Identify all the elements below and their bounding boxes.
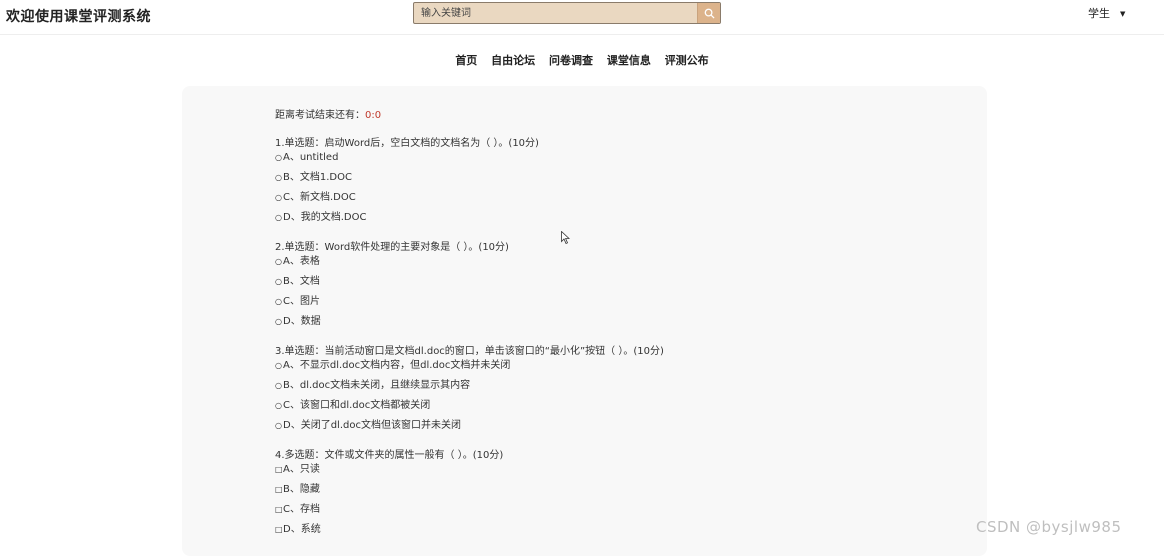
option-label: D、关闭了dl.doc文档但该窗口并未关闭 (283, 420, 461, 431)
question-3: 3.单选题：当前活动窗口是文档dl.doc的窗口，单击该窗口的“最小化”按钮（ … (275, 345, 875, 439)
radio-option[interactable]: ○A、不显示dl.doc文档内容，但dl.doc文档并未关闭 (275, 359, 875, 379)
user-menu[interactable]: 学生 ▼ (1088, 5, 1125, 21)
checkbox-option[interactable]: □A、只读 (275, 463, 875, 483)
option-label: C、新文档.DOC (283, 192, 356, 203)
checkbox-icon: □ (275, 525, 283, 534)
site-title: 欢迎使用课堂评测系统 (6, 9, 151, 25)
checkbox-option[interactable]: □D、系统 (275, 523, 875, 543)
checkbox-icon: □ (275, 485, 283, 494)
exam-content: 距离考试结束还有：0:0 1.单选题：启动Word后，空白文档的文档名为（ ）。… (275, 108, 875, 553)
radio-icon: ○ (275, 193, 282, 202)
option-label: B、文档1.DOC (283, 172, 352, 183)
radio-icon: ○ (275, 361, 282, 370)
top-bar: 欢迎使用课堂评测系统 学生 ▼ (0, 0, 1164, 35)
nav-item-results[interactable]: 评测公布 (665, 52, 709, 68)
radio-icon: ○ (275, 381, 282, 390)
option-label: C、存档 (283, 504, 320, 515)
exam-timer: 距离考试结束还有：0:0 (275, 108, 875, 124)
option-label: D、系统 (283, 524, 321, 535)
option-label: B、隐藏 (283, 484, 320, 495)
timer-label: 距离考试结束还有： (275, 110, 365, 121)
option-label: A、表格 (283, 256, 320, 267)
radio-option[interactable]: ○C、新文档.DOC (275, 191, 875, 211)
question-title: 4.多选题：文件或文件夹的属性一般有（ ）。(10分) (275, 450, 504, 461)
radio-option[interactable]: ○B、dl.doc文档未关闭，且继续显示其内容 (275, 379, 875, 399)
checkbox-option[interactable]: □C、存档 (275, 503, 875, 523)
question-2: 2.单选题：Word软件处理的主要对象是（ ）。(10分) ○A、表格 ○B、文… (275, 241, 875, 335)
radio-icon: ○ (275, 213, 282, 222)
question-1: 1.单选题：启动Word后，空白文档的文档名为（ ）。(10分) ○A、unti… (275, 137, 875, 231)
radio-option[interactable]: ○D、关闭了dl.doc文档但该窗口并未关闭 (275, 419, 875, 439)
option-label: A、untitled (283, 152, 339, 163)
question-title: 2.单选题：Word软件处理的主要对象是（ ）。(10分) (275, 242, 509, 253)
radio-icon: ○ (275, 257, 282, 266)
search-icon (704, 8, 715, 19)
checkbox-option[interactable]: □B、隐藏 (275, 483, 875, 503)
option-label: C、图片 (283, 296, 320, 307)
caret-down-icon: ▼ (1120, 10, 1126, 18)
nav-item-forum[interactable]: 自由论坛 (491, 52, 535, 68)
radio-icon: ○ (275, 421, 282, 430)
user-menu-label: 学生 (1088, 7, 1110, 20)
radio-option[interactable]: ○D、我的文档.DOC (275, 211, 875, 231)
question-title: 1.单选题：启动Word后，空白文档的文档名为（ ）。(10分) (275, 138, 539, 149)
radio-icon: ○ (275, 153, 282, 162)
radio-icon: ○ (275, 401, 282, 410)
search-button[interactable] (697, 3, 720, 23)
radio-option[interactable]: ○A、表格 (275, 255, 875, 275)
radio-icon: ○ (275, 317, 282, 326)
radio-option[interactable]: ○B、文档1.DOC (275, 171, 875, 191)
checkbox-icon: □ (275, 465, 283, 474)
main-nav: 首页 自由论坛 问卷调查 课堂信息 评测公布 (0, 52, 1164, 68)
radio-option[interactable]: ○C、图片 (275, 295, 875, 315)
radio-option[interactable]: ○A、untitled (275, 151, 875, 171)
timer-value: 0:0 (365, 110, 382, 121)
question-title: 3.单选题：当前活动窗口是文档dl.doc的窗口，单击该窗口的“最小化”按钮（ … (275, 346, 664, 357)
radio-icon: ○ (275, 173, 282, 182)
mouse-cursor-icon (561, 231, 570, 244)
radio-option[interactable]: ○C、该窗口和dl.doc文档都被关闭 (275, 399, 875, 419)
nav-item-class-info[interactable]: 课堂信息 (607, 52, 651, 68)
watermark: CSDN @bysjlw985 (976, 518, 1122, 536)
option-label: B、文档 (283, 276, 320, 287)
radio-option[interactable]: ○D、数据 (275, 315, 875, 335)
nav-item-home[interactable]: 首页 (455, 52, 477, 68)
option-label: B、dl.doc文档未关闭，且继续显示其内容 (283, 380, 471, 391)
option-label: A、只读 (283, 464, 320, 475)
checkbox-icon: □ (275, 505, 283, 514)
option-label: D、我的文档.DOC (283, 212, 367, 223)
option-label: C、该窗口和dl.doc文档都被关闭 (283, 400, 431, 411)
option-label: D、数据 (283, 316, 321, 327)
nav-item-survey[interactable]: 问卷调查 (549, 52, 593, 68)
search-box (413, 2, 721, 24)
radio-icon: ○ (275, 277, 282, 286)
search-input[interactable] (414, 3, 698, 23)
radio-icon: ○ (275, 297, 282, 306)
question-4: 4.多选题：文件或文件夹的属性一般有（ ）。(10分) □A、只读 □B、隐藏 … (275, 449, 875, 543)
radio-option[interactable]: ○B、文档 (275, 275, 875, 295)
option-label: A、不显示dl.doc文档内容，但dl.doc文档并未关闭 (283, 360, 511, 371)
